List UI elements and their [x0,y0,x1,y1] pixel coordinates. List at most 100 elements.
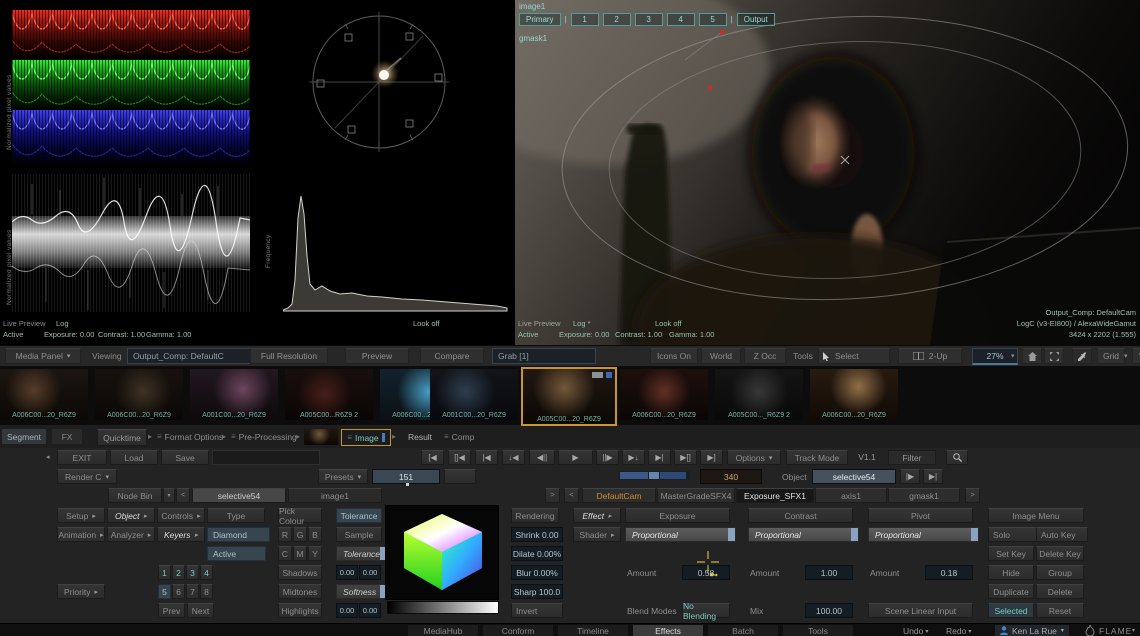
tab-batch[interactable]: Batch [708,625,778,636]
image-menu-button[interactable]: Image Menu [988,508,1084,523]
tolerance-button[interactable]: Tolerance [336,508,382,523]
tolerance-value-1[interactable]: 0.00 [336,565,358,580]
render-dropdown[interactable]: Render C▾ [57,469,117,484]
group-button[interactable]: Group [1036,565,1084,580]
clip-thumbnail[interactable]: A006C00...20_R6Z9 [95,369,183,420]
blue-channel-button[interactable]: B [308,527,322,542]
node-bin-button[interactable]: Node Bin [108,488,162,503]
clip-thumbnail-selected[interactable]: A005C00...20_R6Z9 [521,367,617,426]
node-exposure-sfx1-selected[interactable]: Exposure_SFX1 [736,488,814,503]
tab-effects-active[interactable]: Effects [633,625,703,636]
node-result[interactable]: Result [400,429,440,444]
mini-timebar[interactable] [618,471,690,480]
presets-dropdown[interactable]: Presets▾ [318,469,368,484]
z-occ-button[interactable]: Z Occ [744,348,786,364]
tab-mediahub[interactable]: MediaHub [408,625,478,636]
set-key-button[interactable]: Set Key [988,546,1034,561]
shrink-field[interactable]: Shrink 0.00 [511,527,563,542]
diamond-keyer-button[interactable]: Diamond [207,527,270,542]
load-button[interactable]: Load [110,450,158,465]
prev-object-button[interactable]: |▶ [900,469,920,484]
viewing-value-field[interactable]: Output_Comp: DefaultC [127,348,251,364]
red-channel-button[interactable]: R [278,527,292,542]
media-panel-button[interactable]: Media Panel▾ [5,348,81,364]
gmask-overlay[interactable] [515,0,1140,345]
keyers-button[interactable]: Keyers▸ [157,527,205,542]
tab-image1[interactable]: image1 [288,488,382,503]
clip-thumbnail[interactable]: A001C00...20_R6Z9 [190,369,278,420]
duplicate-button[interactable]: Duplicate [988,584,1034,599]
filter-field[interactable]: Filter [888,450,936,465]
select-tool-button[interactable]: Select [818,348,890,364]
rendering-button[interactable]: Rendering [511,508,559,523]
colour-picker-button[interactable] [1072,348,1092,364]
grid-button[interactable]: Grid [1097,348,1125,364]
tab-fx[interactable]: FX [52,429,82,444]
keyer-7-button[interactable]: 7 [186,584,199,599]
pivot-header[interactable]: Pivot [868,508,973,523]
delete-key-button[interactable]: Delete Key [1036,546,1084,561]
type-button[interactable]: Type [207,508,265,523]
node-bin-collapse[interactable]: < [176,488,190,503]
two-up-button[interactable]: 2-Up [898,348,962,364]
cyan-channel-button[interactable]: C [278,546,292,561]
page-3-button[interactable]: 3 [635,13,663,26]
node-comp[interactable]: ≡Comp [444,429,474,444]
output-button[interactable]: Output [737,13,775,26]
exposure-mode-dropdown[interactable]: Proportional [625,527,736,542]
node-axis1[interactable]: axis1 [815,488,887,503]
dilate-field[interactable]: Dilate 0.00% [511,546,563,561]
keyer-5-button[interactable]: 5 [158,584,171,599]
pick-colour-button[interactable]: Pick Colour [278,508,322,523]
page-4-button[interactable]: 4 [667,13,695,26]
softness-value-2[interactable]: 0.00 [359,603,381,618]
compare-button[interactable]: Compare [420,348,484,364]
clip-thumbnail[interactable]: A005C00...R6Z9 2 [285,369,373,420]
viewer[interactable]: image1 Primary | 1 2 3 4 5 | Output gmas… [515,0,1140,345]
effect-menu-button[interactable]: Effect▸ [573,508,621,523]
node-pre-processing[interactable]: ≡Pre-Processing [231,429,297,444]
view-button[interactable]: View [1132,348,1140,364]
next-keyframe-button[interactable]: ▶↓ [622,450,645,465]
preview-button[interactable]: Preview [345,348,409,364]
page-2-button[interactable]: 2 [603,13,631,26]
keyer-4-button[interactable]: 4 [200,565,213,580]
keyer-1-button[interactable]: 1 [158,565,171,580]
clip-thumbnail[interactable]: A006C00...20_R6Z9 [0,369,88,420]
tab-timeline[interactable]: Timeline [558,625,628,636]
tab-conform[interactable]: Conform [483,625,553,636]
gmask-center-handle[interactable] [841,156,849,164]
flow-clip-thumbnail[interactable] [304,429,338,445]
mix-field[interactable]: 100.00 [805,603,853,618]
fit-view-button[interactable] [1044,348,1064,364]
exit-button[interactable]: EXIT [57,450,107,465]
node-quicktime[interactable]: Quicktime [97,429,147,446]
contrast-amount-field[interactable]: 1.00 [805,565,853,580]
frame-step-button[interactable] [444,469,476,484]
exposure-header[interactable]: Exposure [625,508,730,523]
keyer-3-button[interactable]: 3 [186,565,199,580]
node-mastergrade[interactable]: MasterGradeSFX4 [657,488,735,503]
setup-name-field[interactable] [212,450,320,465]
counter-field[interactable]: 340 [700,469,762,484]
node-strip-scroll-right2[interactable]: > [965,488,980,503]
options-dropdown[interactable]: Options▾ [727,450,781,465]
delete-button[interactable]: Delete [1036,584,1084,599]
yellow-channel-button[interactable]: Y [308,546,322,561]
play-reverse-button[interactable]: ◀|| [529,450,555,465]
tab-selective54[interactable]: selective54 [192,488,286,503]
page-5-button[interactable]: 5 [699,13,727,26]
gmask-vertex-handle[interactable] [708,86,712,90]
prev-button[interactable]: Prev [158,603,185,618]
goto-start-button[interactable]: [◀ [421,450,444,465]
node-format-options[interactable]: ≡Format Options [157,429,223,444]
animation-menu-button[interactable]: Animation▸ [57,527,105,542]
home-view-button[interactable] [1022,348,1042,364]
shadows-button[interactable]: Shadows [278,565,322,580]
green-channel-button[interactable]: G [293,527,307,542]
undo-button[interactable]: Undo▾ [903,626,928,636]
goto-end-button[interactable]: ▶] [700,450,723,465]
grid-chevron-icon[interactable]: ▾ [1124,352,1128,360]
contrast-header[interactable]: Contrast [748,508,853,523]
contrast-mode-dropdown[interactable]: Proportional [748,527,859,542]
